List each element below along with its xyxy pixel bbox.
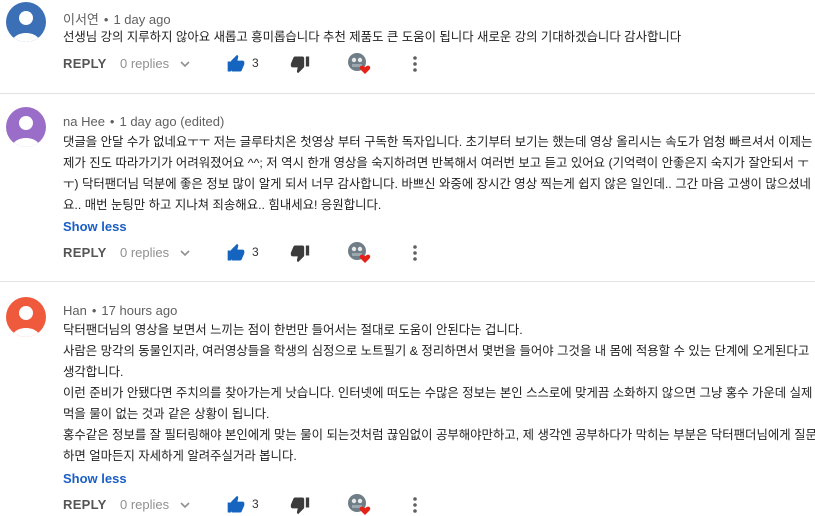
dislike-icon[interactable] <box>290 243 310 268</box>
comment-time[interactable]: 17 hours ago <box>101 303 177 318</box>
comment-author[interactable]: na Hee <box>63 114 105 129</box>
dislike-icon[interactable] <box>290 495 310 516</box>
separator-dot: • <box>109 114 115 129</box>
like-icon[interactable] <box>226 243 246 268</box>
reply-button[interactable]: REPLY <box>63 245 107 260</box>
comment-actions: REPLY 0 replies 3 <box>0 51 815 77</box>
comment-author[interactable]: 이서연 <box>63 12 99 27</box>
reply-button[interactable]: REPLY <box>63 497 107 512</box>
comment-line: 댓글을 안달 수가 없네요ㅜㅜ 저는 글루타치온 첫영상 부터 구독한 독자입니… <box>63 135 813 149</box>
more-options-icon[interactable] <box>411 495 419 516</box>
comment-meta: Han • 17 hours ago <box>63 303 177 318</box>
comment-author[interactable]: Han <box>63 303 87 318</box>
comment-line: ㅜ) 닥터팬더님 덕분에 좋은 정보 많이 알게 되서 너무 감사합니다. 바쁘… <box>63 177 811 191</box>
comment-time[interactable]: 1 day ago <box>113 12 170 27</box>
replies-dropdown[interactable]: 0 replies <box>120 56 169 71</box>
comment-text: 닥터팬더님의 영상을 보면서 느끼는 점이 한번만 들어서는 절대로 도움이 안… <box>63 320 815 467</box>
avatar[interactable] <box>6 107 46 147</box>
comment-text: 선생님 강의 지루하지 않아요 새롭고 흥미롭습니다 추천 제품도 큰 도움이 … <box>63 27 803 48</box>
comment-line: 사람은 망각의 동물인지라, 여러영상들을 학생의 심정으로 노트필기 & 정리… <box>63 344 810 358</box>
show-less-link[interactable]: Show less <box>63 471 127 486</box>
creator-heart-icon <box>347 493 373 516</box>
more-options-icon[interactable] <box>411 243 419 268</box>
creator-heart-icon <box>347 52 373 76</box>
like-count: 3 <box>252 497 259 511</box>
replies-dropdown[interactable]: 0 replies <box>120 497 169 512</box>
comment-line: 이런 준비가 안됐다면 주치의를 찾아가는게 낫습니다. 인터넷에 떠도는 수많… <box>63 386 813 400</box>
separator-dot: • <box>91 303 97 318</box>
comment-line: 생각합니다. <box>63 365 124 379</box>
chevron-down-icon[interactable] <box>179 246 191 264</box>
comment-line: 닥터팬더님의 영상을 보면서 느끼는 점이 한번만 들어서는 절대로 도움이 안… <box>63 323 523 337</box>
avatar[interactable] <box>6 297 46 337</box>
more-options-icon[interactable] <box>411 54 419 79</box>
show-less-link[interactable]: Show less <box>63 219 127 234</box>
replies-dropdown[interactable]: 0 replies <box>120 245 169 260</box>
comment-line: 홍수같은 정보를 잘 필터링해야 본인에게 맞는 물이 되는것처럼 끊임없이 공… <box>63 428 815 442</box>
comment-line: 제가 진도 따라가기가 어려워졌어요 ^^; 저 역시 한개 영상을 숙지하려면… <box>63 156 809 170</box>
chevron-down-icon[interactable] <box>179 57 191 75</box>
comment-time[interactable]: 1 day ago (edited) <box>119 114 224 129</box>
like-count: 3 <box>252 245 259 259</box>
comment-line: 요.. 매번 눈팅만 하고 지나쳐 죄송해요.. 힘내세요! 응원합니다. <box>63 198 382 212</box>
divider <box>0 93 815 94</box>
comment-meta: 이서연 • 1 day ago <box>63 9 171 28</box>
comment-line: 선생님 강의 지루하지 않아요 새롭고 흥미롭습니다 추천 제품도 큰 도움이 … <box>63 30 682 44</box>
separator-dot: • <box>103 12 109 27</box>
avatar[interactable] <box>6 2 46 42</box>
like-icon[interactable] <box>226 54 246 79</box>
comment-line: 하면 얼마든지 자세하게 알려주실거라 봅니다. <box>63 449 297 463</box>
divider <box>0 281 815 282</box>
creator-heart-icon <box>347 241 373 265</box>
comment-actions: REPLY 0 replies 3 <box>0 240 815 266</box>
reply-button[interactable]: REPLY <box>63 56 107 71</box>
comment-text: 댓글을 안달 수가 없네요ㅜㅜ 저는 글루타치온 첫영상 부터 구독한 독자입니… <box>63 132 813 216</box>
comment-meta: na Hee • 1 day ago (edited) <box>63 114 224 129</box>
comment-line: 먹을 물이 없는 것과 같은 상황이 됩니다. <box>63 407 270 421</box>
like-icon[interactable] <box>226 495 246 516</box>
dislike-icon[interactable] <box>290 54 310 79</box>
comment-actions: REPLY 0 replies 3 <box>0 492 815 516</box>
chevron-down-icon[interactable] <box>179 498 191 516</box>
like-count: 3 <box>252 56 259 70</box>
